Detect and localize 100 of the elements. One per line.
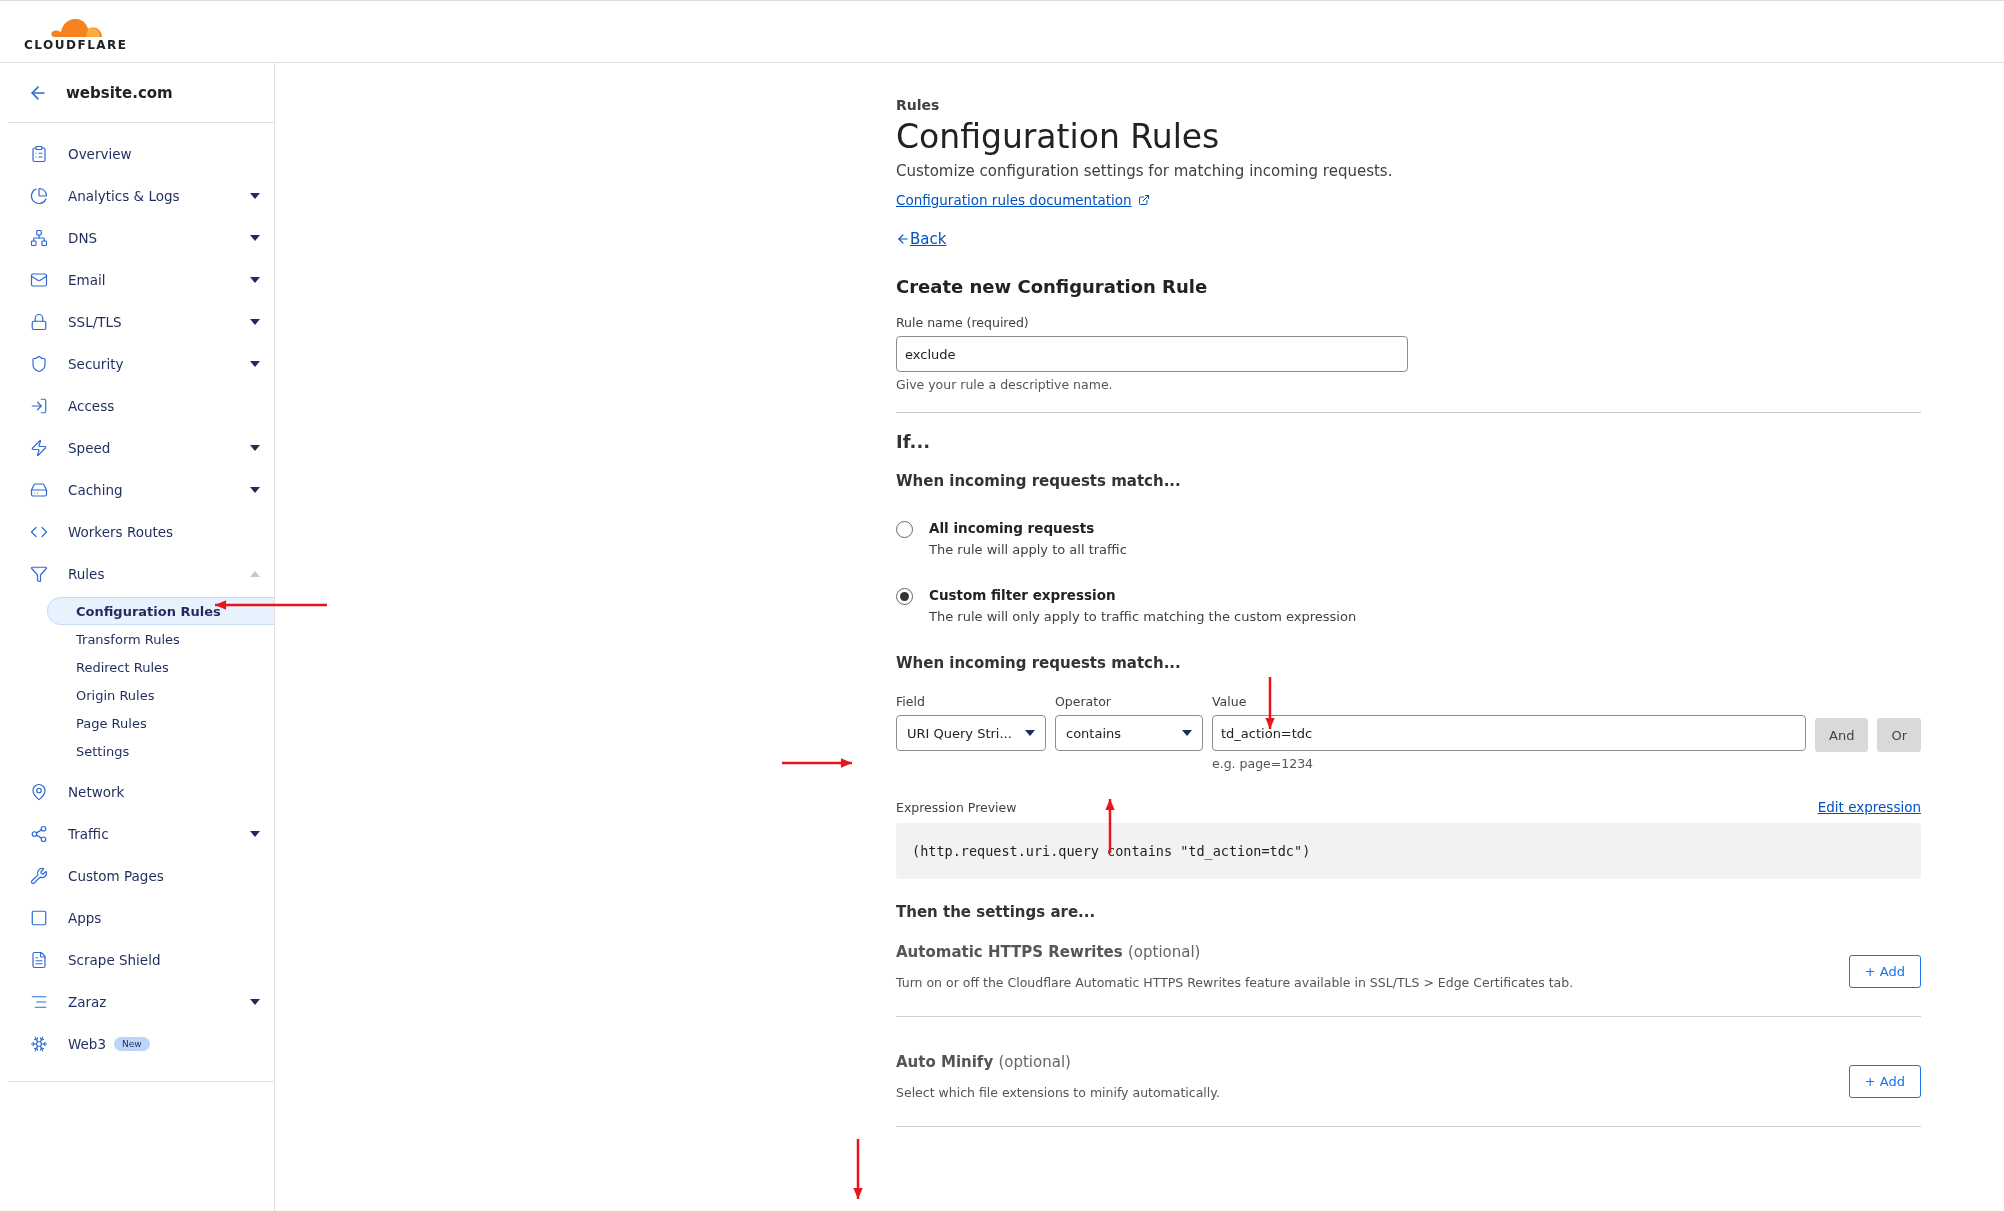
funnel-icon (30, 565, 48, 583)
sidebar-item-label: Traffic (68, 826, 109, 842)
wrench-icon (30, 867, 48, 885)
sidebar-item[interactable]: Apps (8, 897, 274, 939)
sidebar-item[interactable]: Caching (8, 469, 274, 511)
sidebar-subitem[interactable]: Redirect Rules (48, 653, 274, 681)
caret-down-icon (250, 361, 260, 367)
form-title: Create new Configuration Rule (896, 276, 1209, 297)
section-subheading: When incoming requests match... (896, 472, 1182, 490)
shield-icon (30, 355, 48, 373)
expression-preview: (http.request.uri.query contains "td_action=tdc") (896, 823, 1921, 879)
sidebar-item[interactable]: Speed (8, 427, 274, 469)
site-name: website.com (66, 83, 173, 102)
section-heading: If... (896, 431, 932, 452)
sidebar-item-label: Analytics & Logs (68, 188, 180, 204)
sidebar-item[interactable]: Security (8, 343, 274, 385)
snowflake-icon (30, 1035, 48, 1053)
caret-down-icon (250, 193, 260, 199)
sidebar-item[interactable]: Custom Pages (8, 855, 274, 897)
map-pin-icon (30, 783, 48, 801)
sidebar-item-label: SSL/TLS (68, 314, 122, 330)
field-label: Expression Preview (896, 800, 1017, 815)
operator-dropdown[interactable]: contains (1055, 715, 1203, 751)
sidebar-item[interactable]: Workers Routes (8, 511, 274, 553)
caret-down-icon (250, 487, 260, 493)
option-description: The rule will only apply to traffic matching the custom expression (929, 609, 1357, 624)
sidebar-subitem[interactable]: Transform Rules (48, 625, 274, 653)
caret-down-icon (250, 319, 260, 325)
sidebar-item[interactable]: SSL/TLS (8, 301, 274, 343)
setting-title: Auto Minify (optional) (896, 1053, 1072, 1071)
annotation-arrow (1265, 677, 1275, 729)
add-button[interactable]: + Add (1848, 955, 1921, 988)
sign-in-arrow-icon (30, 397, 48, 415)
section-subheading: Then the settings are... (896, 903, 1097, 921)
sidebar-item[interactable]: Traffic (8, 813, 274, 855)
sidebar-item-label: Apps (68, 910, 102, 926)
caret-down-icon (250, 277, 260, 283)
pie-chart-icon (30, 187, 48, 205)
field-label: Value (1212, 694, 1248, 709)
clipboard-icon (30, 145, 48, 163)
sidebar-item-label: Email (68, 272, 106, 288)
field-label: Rule name (required) (896, 315, 1030, 330)
padlock-icon (30, 313, 48, 331)
field-hint: e.g. page=1234 (1212, 756, 1315, 771)
page-title: Configuration Rules (896, 117, 1221, 156)
documentation-link[interactable]: Configuration rules documentation (896, 192, 1150, 208)
sidebar-subitem[interactable]: Settings (48, 737, 274, 765)
sidebar-item-label: Overview (68, 146, 132, 162)
sidebar-item[interactable]: DNS (8, 217, 274, 259)
share-nodes-icon (30, 825, 48, 843)
caret-up-icon (250, 571, 260, 577)
sidebar-item-label: Caching (68, 482, 123, 498)
sidebar-subitem[interactable]: Origin Rules (48, 681, 274, 709)
sidebar-item[interactable]: Scrape Shield (8, 939, 274, 981)
rule-name-input[interactable]: exclude (896, 336, 1408, 372)
stepped-lines-icon (30, 993, 48, 1011)
caret-down-icon (1025, 730, 1035, 736)
sidebar-item-label: Rules (68, 566, 105, 582)
logic-button[interactable]: Or (1877, 718, 1921, 752)
sidebar-item-label: Network (68, 784, 125, 800)
sidebar-item[interactable]: Email (8, 259, 274, 301)
storage-drive-icon (30, 481, 48, 499)
setting-title: Automatic HTTPS Rewrites (optional) (896, 943, 1202, 961)
logo-wordmark: CLOUDFLARE (24, 38, 128, 52)
back-link[interactable]: Back (896, 230, 947, 248)
new-badge: New (114, 1037, 150, 1051)
annotation-arrow (782, 758, 852, 768)
sidebar-item-label: Scrape Shield (68, 952, 161, 968)
sidebar-item-label: Zaraz (68, 994, 107, 1010)
sidebar-subitem[interactable]: Configuration Rules (47, 597, 274, 625)
sidebar-item[interactable]: Zaraz (8, 981, 274, 1023)
caret-down-icon (250, 999, 260, 1005)
section-subheading: When incoming requests match... (896, 654, 1182, 672)
option-title: Custom filter expression (929, 587, 1117, 603)
sidebar-subitem[interactable]: Page Rules (48, 709, 274, 737)
sidebar-item[interactable]: Network (8, 771, 274, 813)
caret-down-icon (250, 445, 260, 451)
edit-expression-link[interactable]: Edit expression (1817, 799, 1921, 815)
sidebar-item-label: Web3 (68, 1036, 107, 1052)
page-subtitle: Customize configuration settings for matching incoming requests. (896, 162, 1394, 180)
caret-down-icon (250, 235, 260, 241)
setting-description: Turn on or off the Cloudflare Automatic HTTPS Rewrites feature available in SSL/TLS > Edge Certificates tab. (896, 975, 1574, 990)
add-button[interactable]: + Add (1848, 1065, 1921, 1098)
back-arrow-icon (896, 232, 910, 246)
value-input[interactable]: td_action=tdc (1212, 715, 1807, 751)
sidebar-item-label: Access (68, 398, 115, 414)
sidebar-item-label: DNS (68, 230, 98, 246)
logic-button[interactable]: And (1815, 718, 1869, 752)
document-icon (30, 951, 48, 969)
envelope-icon (30, 271, 48, 289)
field-dropdown[interactable]: URI Query Stri... (896, 715, 1046, 751)
breadcrumb: Rules (896, 97, 941, 113)
sidebar-item[interactable]: Web3 New (8, 1023, 274, 1065)
sidebar-item-label: Speed (68, 440, 111, 456)
sidebar-item[interactable]: Access (8, 385, 274, 427)
sidebar-item[interactable]: Rules (8, 553, 274, 595)
sidebar-item[interactable]: Analytics & Logs (8, 175, 274, 217)
sidebar-item[interactable]: Overview (8, 133, 274, 175)
external-link-icon (1137, 194, 1150, 206)
option-title: All incoming requests (929, 520, 1096, 536)
